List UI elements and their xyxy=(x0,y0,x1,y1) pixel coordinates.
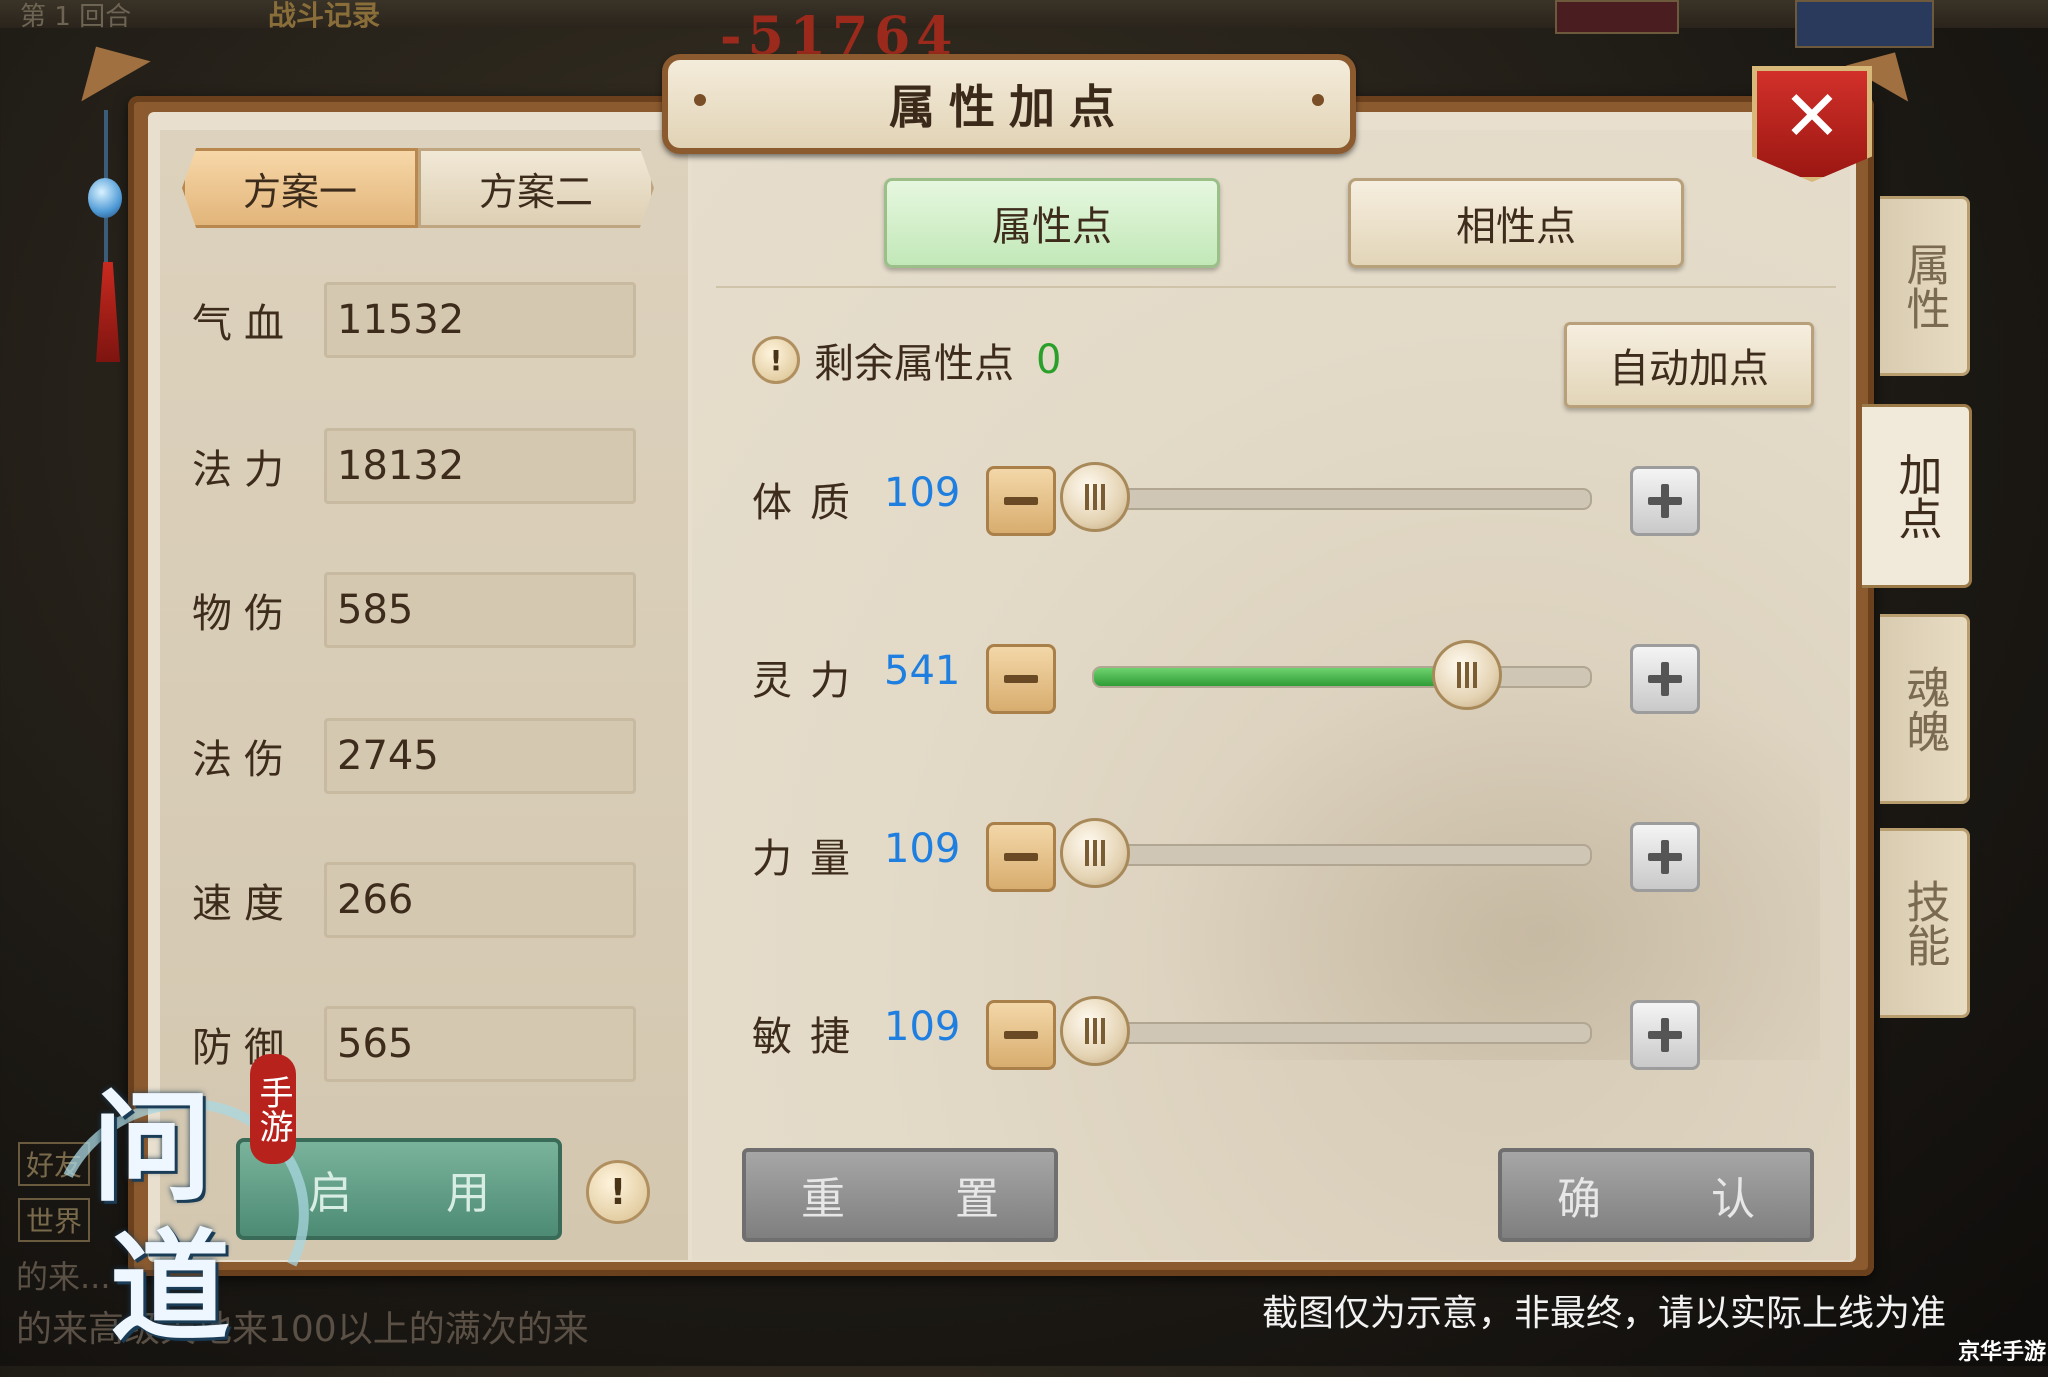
plaque-rivet xyxy=(1312,94,1324,106)
minus-icon xyxy=(1004,1031,1038,1039)
red-tassel-icon xyxy=(96,262,120,362)
slider-label: 敏捷 xyxy=(752,1014,868,1060)
remaining-label: 剩余属性点 xyxy=(814,341,1014,387)
logo-seal: 手游 xyxy=(250,1054,296,1164)
slider-track[interactable] xyxy=(1092,666,1592,688)
stat-row-speed: 速度 266 xyxy=(192,862,652,938)
increase-button[interactable] xyxy=(1630,822,1700,892)
minus-icon xyxy=(1004,497,1038,505)
remaining-points: ! 剩余属性点 0 xyxy=(752,330,1061,390)
tab-affinity-points[interactable]: 相性点 xyxy=(1348,178,1684,268)
side-tab-add-points[interactable]: 加点 xyxy=(1862,404,1972,588)
slider-handle[interactable] xyxy=(1060,818,1130,888)
plaque-rivet xyxy=(694,94,706,106)
round-label: 第 1 回合 xyxy=(20,2,132,32)
slider-value: 109 xyxy=(884,470,961,516)
side-tab-label: 技能 xyxy=(1898,879,1950,967)
slider-value: 109 xyxy=(884,826,961,872)
tab-attribute-points[interactable]: 属性点 xyxy=(884,178,1220,268)
slider-label: 灵力 xyxy=(752,658,868,704)
slider-row-strength: 力量 109 xyxy=(752,814,1702,894)
stat-value: 11532 xyxy=(324,282,636,358)
slider-row-constitution: 体质 109 xyxy=(752,458,1702,538)
slider-track[interactable] xyxy=(1092,1022,1592,1044)
enemy-portrait[interactable] xyxy=(1555,0,1679,34)
logo-char: 道 xyxy=(110,1217,230,1358)
side-tab-label: 魂魄 xyxy=(1898,665,1950,753)
stat-value: 585 xyxy=(324,572,636,648)
remaining-value: 0 xyxy=(1036,337,1062,383)
warning-icon: ! xyxy=(752,336,800,384)
decrease-button[interactable] xyxy=(986,1000,1056,1070)
side-tab-soul[interactable]: 魂魄 xyxy=(1880,614,1970,804)
watermark-brand: 京华手游 xyxy=(1958,1340,2047,1365)
increase-button[interactable] xyxy=(1630,644,1700,714)
slider-row-spirit: 灵力 541 xyxy=(752,636,1702,716)
slider-handle[interactable] xyxy=(1060,996,1130,1066)
side-tab-attributes[interactable]: 属性 xyxy=(1880,196,1970,376)
stat-row-hp: 气血 11532 xyxy=(192,282,652,358)
slider-value: 109 xyxy=(884,1004,961,1050)
slider-handle[interactable] xyxy=(1060,462,1130,532)
info-icon[interactable]: ! xyxy=(586,1160,650,1224)
increase-button[interactable] xyxy=(1630,1000,1700,1070)
divider xyxy=(716,286,1836,288)
stat-row-magic-dmg: 法伤 2745 xyxy=(192,718,652,794)
slider-label: 力量 xyxy=(752,836,868,882)
slider-track[interactable] xyxy=(1092,488,1592,510)
side-tab-label: 加点 xyxy=(1890,452,1942,540)
stat-label: 法力 xyxy=(192,447,296,493)
minus-icon xyxy=(1004,675,1038,683)
stat-value: 266 xyxy=(324,862,636,938)
frame-corner-ornament xyxy=(61,26,151,102)
stat-value: 2745 xyxy=(324,718,636,794)
stat-label: 速度 xyxy=(192,881,296,927)
stat-row-phys-dmg: 物伤 585 xyxy=(192,572,652,648)
slider-fill xyxy=(1094,668,1466,686)
battle-record-link[interactable]: 战斗记录 xyxy=(268,0,380,34)
confirm-button[interactable]: 确 认 xyxy=(1498,1148,1814,1242)
reset-button[interactable]: 重 置 xyxy=(742,1148,1058,1242)
minus-icon xyxy=(1004,853,1038,861)
slider-value: 541 xyxy=(884,648,961,694)
stat-value: 565 xyxy=(324,1006,636,1082)
jade-orb-icon xyxy=(88,178,122,218)
side-tab-skills[interactable]: 技能 xyxy=(1880,828,1970,1018)
tab-plan-one[interactable]: 方案一 xyxy=(182,148,418,228)
auto-allocate-button[interactable]: 自动加点 xyxy=(1564,322,1814,408)
stat-row-mana: 法力 18132 xyxy=(192,428,652,504)
decrease-button[interactable] xyxy=(986,644,1056,714)
slider-row-agility: 敏捷 109 xyxy=(752,992,1702,1072)
title-plaque: 属性加点 xyxy=(662,54,1356,154)
disclaimer-text: 截图仅为示意，非最终，请以实际上线为准 xyxy=(1262,1293,1947,1334)
stat-value: 18132 xyxy=(324,428,636,504)
increase-button[interactable] xyxy=(1630,466,1700,536)
stat-label: 气血 xyxy=(192,301,296,347)
stat-label: 法伤 xyxy=(192,737,296,783)
plan-tabs: 方案一 方案二 xyxy=(182,148,654,228)
slider-label: 体质 xyxy=(752,480,868,526)
slider-track[interactable] xyxy=(1092,844,1592,866)
side-tab-label: 属性 xyxy=(1898,242,1950,330)
game-logo: 问 道 手游 xyxy=(16,1040,344,1377)
decrease-button[interactable] xyxy=(986,466,1056,536)
slider-handle[interactable] xyxy=(1432,640,1502,710)
close-icon: ✕ xyxy=(1782,75,1842,157)
tab-plan-two[interactable]: 方案二 xyxy=(418,148,654,228)
window-title: 属性加点 xyxy=(889,80,1129,134)
stat-label: 物伤 xyxy=(192,591,296,637)
decrease-button[interactable] xyxy=(986,822,1056,892)
